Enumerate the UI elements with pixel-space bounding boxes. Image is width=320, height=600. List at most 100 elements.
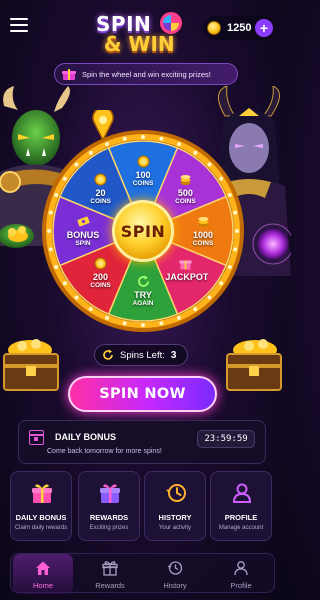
tile-title: PROFILE — [224, 513, 258, 522]
wheel-bulb — [62, 281, 67, 286]
wheel-bulb — [88, 150, 93, 155]
tile-rewards[interactable]: REWARDS Exciting prizes — [78, 471, 140, 541]
wheel-bulb — [122, 136, 127, 141]
wheel-segment-value: 500 — [177, 187, 193, 198]
wheel-segment-value: JACKPOT — [165, 272, 209, 283]
ticket-icon — [76, 216, 90, 227]
wheel-bulb — [159, 321, 164, 326]
coin-balance: 1250 + — [203, 16, 275, 40]
coin-stack-icon — [180, 174, 191, 185]
wheel-segment-value: TRY — [134, 290, 152, 300]
history-icon — [167, 561, 183, 575]
wheel-segment-unit: COINS — [192, 240, 214, 247]
menu-icon-bar — [10, 18, 28, 20]
wheel-bulb — [54, 264, 59, 269]
refresh-icon — [137, 275, 149, 287]
spins-left-counter: Spins Left: 3 — [94, 344, 188, 366]
wheel-bulb — [219, 281, 224, 286]
wheel-bulb — [159, 136, 164, 141]
wheel-bulb — [207, 162, 212, 167]
wheel-bulb — [233, 210, 238, 215]
wheel-bulb — [176, 142, 181, 147]
nav-label: Rewards — [95, 581, 125, 590]
daily-bonus-card: DAILY BONUS Come back tomorrow for more … — [18, 420, 266, 464]
tile-profile[interactable]: PROFILE Manage account — [210, 471, 272, 541]
calendar-icon — [29, 430, 44, 445]
user-icon — [234, 561, 248, 576]
tile-title: HISTORY — [158, 513, 192, 522]
wheel-segment-unit: COINS — [175, 197, 196, 205]
wheel-segment-value: 20 — [95, 187, 106, 198]
coin-icon — [137, 155, 149, 168]
tile-history[interactable]: HISTORY Your activity — [144, 471, 206, 541]
tile-daily-bonus[interactable]: DAILY BONUS Claim daily rewards — [10, 471, 72, 541]
wheel-bulb — [227, 193, 232, 198]
app-logo: SPIN & WIN — [96, 12, 192, 58]
wheel-bulb — [48, 247, 53, 252]
wheel-segment-label: 500 COINS — [165, 173, 205, 206]
gift-icon — [62, 68, 76, 80]
wheel-segment-label: 20 COINS — [81, 173, 121, 206]
bottom-nav: Home Rewards History Profile — [10, 553, 275, 594]
wheel-bulb — [62, 176, 67, 181]
nav-item-profile[interactable]: Profile — [211, 554, 271, 594]
wheel-segment-unit: COINS — [132, 180, 154, 187]
wheel-bulb — [54, 193, 59, 198]
wheel-segment-value: BONUS — [66, 230, 100, 240]
refresh-icon — [103, 349, 113, 360]
treasure-chest-illustration — [226, 339, 282, 391]
user-icon — [232, 483, 252, 503]
daily-bonus-title: DAILY BONUS — [55, 432, 117, 442]
wheel-pointer-icon — [92, 110, 114, 140]
wheel-segment-label: BONUS SPIN — [63, 215, 103, 248]
home-icon — [36, 561, 50, 575]
nav-label: History — [163, 581, 187, 590]
nav-item-home[interactable]: Home — [13, 554, 73, 594]
tile-subtitle: Exciting prizes — [89, 525, 129, 531]
header: SPIN & WIN 1250 + — [0, 0, 285, 58]
feature-tiles: DAILY BONUS Claim daily rewards REWARDS … — [10, 471, 276, 541]
wheel-segment-label: TRY AGAIN — [123, 275, 163, 308]
wheel-bulb — [105, 142, 110, 147]
wheel-bulb — [193, 150, 198, 155]
nav-item-rewards[interactable]: Rewards — [80, 554, 140, 594]
wheel-segment-label: 100 COINS — [123, 155, 163, 188]
gift-icon — [32, 484, 52, 503]
history-icon — [166, 484, 186, 502]
logo-line-1: SPIN — [96, 12, 152, 36]
spin-hub-button[interactable]: SPIN — [112, 200, 174, 262]
promo-banner: Spin the wheel and win exciting prizes! — [54, 63, 238, 85]
gift-icon — [102, 561, 118, 576]
spins-left-value: 3 — [170, 349, 177, 361]
add-coins-button[interactable]: + — [255, 19, 273, 37]
wheel-segment-label: 200 COINS — [81, 257, 121, 290]
wheel-bulb — [105, 315, 110, 320]
gift-icon — [100, 484, 120, 503]
spin-now-label: SPIN NOW — [99, 386, 186, 402]
wheel-segment-value: 100 — [135, 170, 151, 180]
wheel-segment-unit: SPIN — [75, 240, 91, 247]
coin-stack-icon — [198, 217, 208, 227]
wheel-bulb — [141, 323, 145, 327]
wheel-bulb — [48, 210, 53, 215]
wheel-bulb — [88, 307, 93, 312]
menu-button[interactable] — [10, 18, 28, 32]
wheel-bulb — [233, 247, 238, 252]
gift-icon — [179, 260, 192, 270]
spin-now-button[interactable]: SPIN NOW — [68, 376, 217, 412]
nav-item-history[interactable]: History — [145, 554, 205, 594]
wheel-bulb — [207, 295, 212, 300]
menu-icon-bar — [10, 24, 28, 26]
wheel-bulb — [227, 264, 232, 269]
wheel-bulb — [176, 315, 181, 320]
coin-balance-value: 1250 — [227, 22, 252, 34]
daily-bonus-subtitle: Come back tomorrow for more spins! — [47, 448, 162, 455]
nav-label: Profile — [230, 581, 252, 590]
logo-line-2: & WIN — [104, 32, 175, 56]
tile-subtitle: Claim daily rewards — [14, 525, 68, 531]
coin-icon — [94, 257, 107, 270]
wheel-bulb — [47, 229, 51, 233]
wheel-bulb — [235, 229, 239, 233]
tile-title: REWARDS — [89, 513, 129, 522]
spin-hub-label: SPIN — [120, 221, 166, 241]
